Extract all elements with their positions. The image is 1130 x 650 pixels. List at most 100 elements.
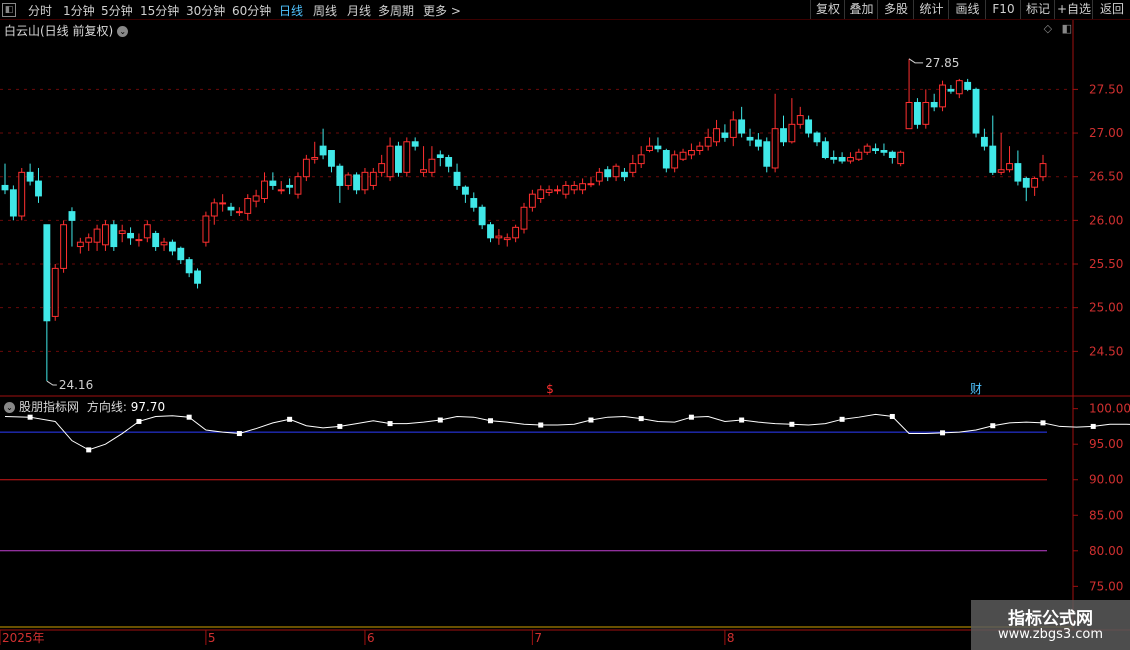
direction-line-point (638, 416, 644, 422)
candle-body (771, 128, 779, 169)
candle-body (528, 193, 536, 208)
direction-line-point (437, 417, 443, 423)
candle-body (261, 180, 268, 200)
time-axis-label: 7 (534, 631, 542, 645)
high-price-label: 27.85 (925, 56, 959, 70)
candle-body (570, 184, 578, 191)
direction-line-point (739, 417, 745, 423)
candle-body (93, 228, 101, 243)
candle-body (721, 132, 729, 138)
candle-body (185, 259, 193, 274)
direction-line-point (688, 414, 694, 420)
candle-body (763, 141, 771, 167)
candle-body (805, 119, 813, 134)
candle-body (646, 145, 653, 152)
direction-line-point (287, 416, 293, 422)
candle-body (9, 189, 17, 217)
candle-body (637, 154, 645, 165)
dividend-marker: $ (546, 382, 554, 396)
candle-body (512, 226, 520, 239)
direction-line-point (488, 418, 494, 424)
candle-body (311, 156, 319, 160)
candle-body (754, 139, 762, 147)
candle-body (955, 80, 963, 95)
candle-body (68, 211, 76, 221)
candle-body (713, 128, 720, 143)
candle-body (336, 165, 344, 186)
candle-body (554, 189, 561, 192)
time-axis-label: 5 (208, 631, 216, 645)
candle-body (997, 169, 1005, 173)
candle-body (980, 136, 988, 147)
candle-body (939, 84, 946, 108)
direction-line-value: 97.70 (130, 400, 166, 414)
candle-body (738, 119, 746, 134)
candle-body (696, 145, 704, 152)
direction-line-point (186, 414, 192, 420)
candle-body (537, 189, 545, 200)
candle-body (244, 198, 252, 214)
candle-body (989, 145, 997, 173)
candle-body (654, 145, 662, 150)
candle-body (545, 189, 553, 193)
candle-body (420, 169, 427, 173)
candle-body (194, 270, 201, 284)
candle-body (286, 184, 294, 188)
candle-body (85, 237, 93, 243)
candle-body (1031, 177, 1039, 188)
main-y-tick-label: 25.50 (1089, 257, 1123, 271)
low-pointer (46, 380, 57, 386)
direction-line-point (337, 423, 343, 429)
candle-body (378, 163, 386, 173)
candle-body (587, 183, 595, 186)
candle-body (26, 171, 34, 182)
direction-line-point (889, 413, 895, 419)
candle-body (863, 145, 871, 153)
candle-body (210, 202, 218, 217)
candle-body (353, 174, 361, 191)
kline-chart[interactable]: 27.50 27.00 26.50 26.00 25.50 25.00 24.50 27.85… (0, 0, 1130, 650)
candle-body (76, 241, 84, 248)
candle-body (964, 81, 972, 90)
direction-line-point (1090, 423, 1096, 429)
candle-body (1022, 177, 1030, 188)
low-price-label: 24.16 (59, 378, 93, 392)
candle-body (102, 224, 109, 246)
candle-body (403, 141, 411, 173)
direction-line-point (940, 430, 946, 436)
candle-body (788, 123, 796, 143)
candle-body (821, 141, 829, 158)
candle-body (51, 267, 59, 317)
candle-body (487, 224, 494, 239)
candle-body (319, 145, 327, 156)
candle-body (445, 156, 453, 167)
candle-body (503, 237, 511, 241)
candle-body (679, 151, 687, 160)
main-y-tick-label: 24.50 (1089, 344, 1123, 358)
candle-body (905, 101, 913, 130)
candle-body (972, 88, 980, 134)
candle-body (18, 171, 26, 217)
candle-body (470, 198, 478, 208)
ind-y-tick-label: 95.00 (1089, 437, 1123, 451)
candle-body (595, 171, 603, 182)
candle-body (947, 88, 955, 92)
chevron-down-icon[interactable]: ⌄ (4, 402, 15, 413)
direction-line-point (236, 431, 242, 437)
candle-body (277, 189, 285, 192)
candle-body (235, 211, 243, 214)
candle-body (1006, 163, 1013, 171)
candle-body (227, 206, 235, 211)
candle-body (453, 171, 461, 186)
candle-body (612, 165, 620, 178)
candle-body (386, 145, 394, 178)
candle-body (302, 158, 310, 178)
candle-body (60, 224, 68, 269)
candle-body (1014, 163, 1022, 182)
candle-body (168, 241, 176, 252)
candle-body (729, 119, 737, 138)
direction-line-point (387, 421, 393, 427)
candle-body (872, 148, 880, 152)
candle-body (796, 115, 804, 125)
candle-body (880, 150, 888, 153)
